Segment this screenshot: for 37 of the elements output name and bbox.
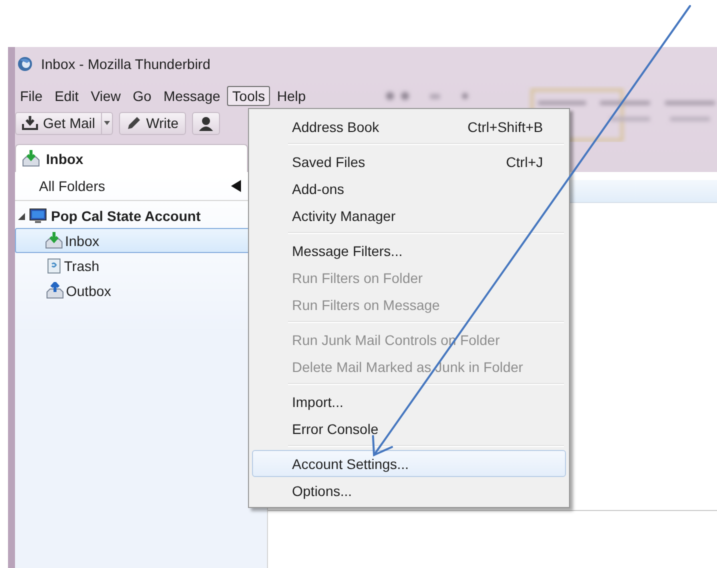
- toolbar-button[interactable]: Get Mail: [15, 112, 102, 134]
- inbox-tab[interactable]: Inbox: [15, 144, 248, 172]
- window-title: Inbox - Mozilla Thunderbird: [41, 56, 210, 72]
- caret-icon: [104, 121, 110, 125]
- shortcut-label: Ctrl+J: [506, 154, 543, 170]
- expanded-triangle-icon[interactable]: [18, 212, 25, 220]
- menu-bar-item[interactable]: Help: [272, 86, 311, 106]
- pencil-icon: [126, 116, 142, 130]
- menu-bar-item[interactable]: Message: [158, 86, 226, 106]
- menu-bar-item[interactable]: File: [15, 86, 48, 106]
- menu-item[interactable]: Import...: [252, 388, 566, 415]
- trash-icon: [46, 258, 62, 274]
- pane-toggle-icon[interactable]: [231, 180, 241, 192]
- person-icon: [198, 116, 213, 130]
- menu-item[interactable]: Error Console: [252, 415, 566, 442]
- account-name[interactable]: Pop Cal State Account: [51, 208, 201, 224]
- dropdown-button[interactable]: [102, 112, 114, 134]
- menu-bar-item[interactable]: Go: [128, 86, 156, 106]
- shortcut-label: Ctrl+Shift+B: [468, 118, 543, 134]
- menu-item[interactable]: Address Book Ctrl+Shift+B: [252, 113, 566, 140]
- menu-bar-item[interactable]: Tools: [227, 86, 270, 106]
- menu-item[interactable]: Activity Manager: [252, 202, 566, 229]
- menu-bar-item[interactable]: Edit: [50, 86, 84, 106]
- menu-bar-item[interactable]: View: [86, 86, 126, 106]
- toolbar-button[interactable]: Write: [119, 112, 186, 134]
- computer-icon: [29, 208, 47, 224]
- outbox-tray-icon: [46, 282, 64, 299]
- menu-item[interactable]: Add-ons: [252, 175, 566, 202]
- menu-item[interactable]: Options...: [252, 477, 566, 504]
- app-logo-icon: [17, 56, 33, 72]
- download-icon: [22, 116, 38, 130]
- menu-item[interactable]: Saved Files Ctrl+J: [252, 148, 566, 175]
- pane-header[interactable]: All Folders: [39, 178, 106, 194]
- menu-item[interactable]: Account Settings...: [252, 450, 566, 477]
- inbox-tray-icon: [22, 150, 40, 167]
- address-book-button[interactable]: [192, 112, 220, 134]
- inbox-tray-icon: [45, 232, 63, 249]
